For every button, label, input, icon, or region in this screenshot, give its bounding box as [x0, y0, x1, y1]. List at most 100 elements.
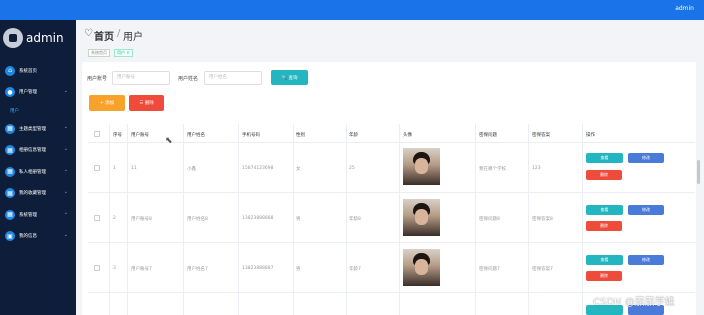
- edit-button[interactable]: 修改: [628, 153, 664, 163]
- sidebar-item-label: 系统首页: [19, 68, 37, 74]
- header-gender: 性别: [296, 133, 305, 138]
- cell-account: 用户账号8: [131, 217, 152, 222]
- sidebar-item-label: 主题类型管理: [19, 126, 46, 132]
- sidebar-item-private-album[interactable]: ▦ 私人相册管理 ⌄: [0, 161, 76, 183]
- select-all-checkbox[interactable]: [94, 131, 100, 137]
- search-button[interactable]: 🔍 查询: [271, 70, 308, 85]
- table-row: 1 11 小鑫 15874123698 女 25 我在哪个学校 123 查看 修…: [88, 143, 695, 193]
- view-button[interactable]: 查看: [586, 205, 623, 215]
- row-checkbox[interactable]: [94, 215, 100, 221]
- chevron-down-icon: ⌄: [63, 210, 68, 216]
- sidebar-item-label: 相册信息管理: [19, 148, 46, 154]
- avatar: [403, 199, 440, 236]
- sidebar-item-album-info[interactable]: ▦ 相册信息管理 ⌄: [0, 140, 76, 162]
- grid-icon: ▦: [5, 145, 15, 156]
- delete-button[interactable]: 删除: [586, 221, 622, 231]
- avatar: [403, 249, 440, 286]
- cell-index: 2: [113, 216, 116, 221]
- delete-button[interactable]: 删除: [586, 271, 622, 281]
- breadcrumb-separator: /: [117, 28, 121, 39]
- sidebar-item-theme-type[interactable]: ▦ 主题类型管理 ⌄: [0, 118, 76, 140]
- cell-age: 25: [349, 166, 355, 171]
- view-button[interactable]: 查看: [586, 255, 623, 265]
- row-checkbox[interactable]: [94, 265, 100, 271]
- table-header: 序号 用户账号 用户姓名 手机号码 性别 年龄 头像 密保问题 密保答案 操作: [88, 124, 695, 143]
- chevron-down-icon: ⌄: [63, 87, 68, 94]
- cell-security-answer: 密保答案8: [532, 217, 553, 222]
- home-icon: ⌂: [5, 65, 15, 76]
- cell-security-question: 我在哪个学校: [479, 167, 506, 172]
- sidebar-subitem-user[interactable]: 用户: [0, 103, 76, 118]
- sidebar-item-label: 系统管理: [19, 212, 37, 218]
- watermark: CSDN @茄茄学姐: [593, 297, 675, 308]
- cell-gender: 男: [296, 267, 301, 272]
- sidebar-item-my-info[interactable]: ▣ 我的信息 ⌄: [0, 226, 76, 248]
- grid-icon: ▦: [5, 209, 15, 220]
- tab-home[interactable]: 系统首页: [88, 49, 110, 57]
- cell-phone: 13823888887: [242, 266, 274, 271]
- table-row: 3 用户账号7 用户姓名7 13823888887 男 年龄7 密保问题7 密保…: [88, 243, 695, 293]
- batch-delete-button[interactable]: ☰ 删除: [129, 95, 164, 111]
- user-table: 序号 用户账号 用户姓名 手机号码 性别 年龄 头像 密保问题 密保答案 操作 …: [88, 124, 695, 315]
- user-icon: ●: [5, 87, 15, 98]
- cell-name: 用户姓名7: [187, 267, 208, 272]
- account-label: 用户账号: [87, 76, 108, 82]
- cell-security-answer: 密保答案7: [532, 267, 553, 272]
- avatar: [403, 148, 440, 185]
- cell-gender: 男: [296, 217, 301, 222]
- header-security-answer: 密保答案: [532, 133, 550, 138]
- sidebar-item-home[interactable]: ⌂ 系统首页: [0, 60, 76, 82]
- cell-security-question: 密保问题8: [479, 217, 500, 222]
- grid-icon: ▦: [5, 166, 15, 177]
- table-row: 2 用户账号8 用户姓名8 13823888888 男 年龄8 密保问题8 密保…: [88, 193, 695, 243]
- header-security-question: 密保问题: [479, 133, 497, 138]
- sidebar-item-label: 用户管理: [19, 90, 37, 96]
- header-name: 用户姓名: [187, 133, 205, 138]
- top-bar: admin: [0, 0, 704, 20]
- header-avatar: 头像: [403, 133, 412, 138]
- cell-index: 3: [113, 266, 116, 271]
- view-button[interactable]: 查看: [586, 153, 623, 163]
- name-label: 用户姓名: [178, 76, 199, 82]
- edit-button[interactable]: 修改: [628, 205, 664, 215]
- vertical-scrollbar[interactable]: [697, 160, 700, 184]
- cell-account: 用户账号7: [131, 267, 152, 272]
- delete-button[interactable]: 删除: [586, 170, 622, 180]
- header-actions: 操作: [586, 133, 595, 138]
- header-age: 年龄: [349, 133, 358, 138]
- chevron-down-icon: ⌄: [63, 124, 68, 130]
- cell-phone: 13823888888: [242, 216, 274, 221]
- cell-security-answer: 123: [532, 166, 541, 171]
- cell-gender: 女: [296, 167, 301, 172]
- sidebar-item-system[interactable]: ▦ 系统管理 ⌄: [0, 204, 76, 226]
- mouse-cursor-icon: ⬉: [165, 136, 173, 146]
- sidebar: admin ⌂ 系统首页 ● 用户管理 ⌄ 用户 ▦ 主题类型管理 ⌄ ▦ 相册…: [0, 20, 76, 315]
- sidebar-menu: ⌂ 系统首页 ● 用户管理 ⌄ 用户 ▦ 主题类型管理 ⌄ ▦ 相册信息管理 ⌄…: [0, 60, 76, 247]
- user-menu[interactable]: admin: [675, 5, 694, 12]
- cell-name: 用户姓名8: [187, 217, 208, 222]
- chevron-down-icon: ⌄: [63, 167, 68, 173]
- edit-button[interactable]: 修改: [628, 255, 664, 265]
- breadcrumb-home[interactable]: 首页: [94, 28, 114, 43]
- grid-icon: ▦: [5, 123, 15, 134]
- cell-age: 年龄7: [349, 267, 361, 272]
- sidebar-item-label: 我的收藏管理: [19, 191, 46, 197]
- row-checkbox[interactable]: [94, 165, 100, 171]
- heart-icon: ♡: [84, 28, 93, 39]
- avatar: [3, 28, 23, 48]
- sidebar-item-my-favorites[interactable]: ▦ 我的收藏管理 ⌄: [0, 183, 76, 205]
- tab-user[interactable]: 用户 ×: [114, 49, 133, 57]
- chevron-down-icon: ⌄: [63, 188, 68, 195]
- cell-age: 年龄8: [349, 217, 361, 222]
- cell-security-question: 密保问题7: [479, 267, 500, 272]
- name-search-input[interactable]: 用户姓名: [204, 71, 262, 85]
- sidebar-item-label: 我的信息: [19, 234, 37, 240]
- account-search-input[interactable]: 用户账号: [112, 71, 170, 85]
- brand-title: admin: [26, 31, 64, 45]
- sidebar-item-user-management[interactable]: ● 用户管理 ⌄: [0, 82, 76, 104]
- breadcrumb-current: 用户: [123, 32, 143, 43]
- grid-icon: ▦: [5, 188, 15, 199]
- header-phone: 手机号码: [242, 133, 260, 138]
- header-account: 用户账号: [131, 133, 149, 138]
- add-button[interactable]: + 添加: [89, 95, 125, 111]
